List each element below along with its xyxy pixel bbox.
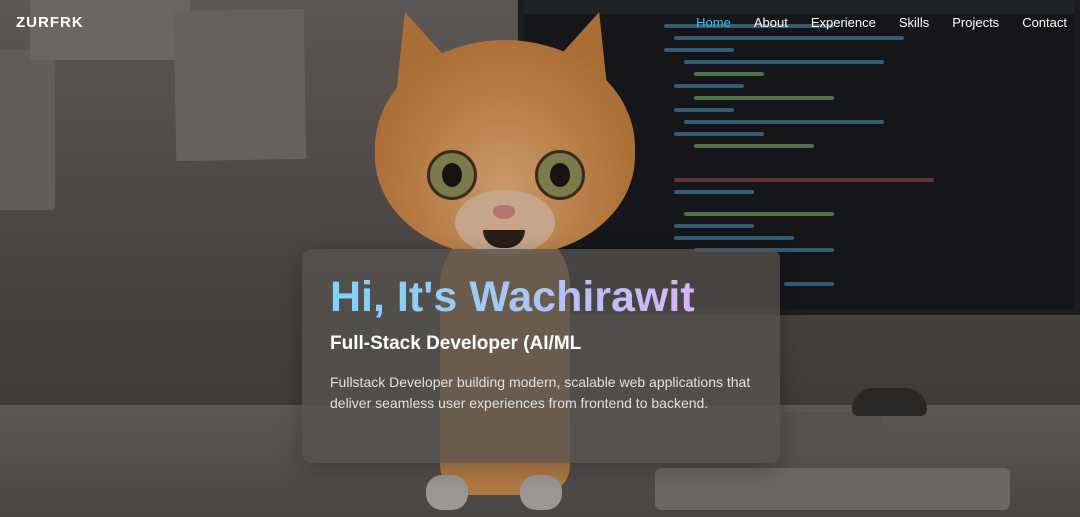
code-line: [674, 190, 754, 194]
desk-mouse: [852, 388, 927, 416]
nav-link-contact[interactable]: Contact: [1022, 15, 1067, 30]
cat-nose: [493, 205, 515, 219]
code-line: [684, 212, 834, 216]
code-line: [694, 96, 834, 100]
hero-card: Hi, It's Wachirawit Full-Stack Developer…: [302, 249, 780, 463]
code-line: [684, 120, 884, 124]
cat-paw-right: [520, 475, 562, 510]
hero-subtitle: Full-Stack Developer (AI/ML: [330, 333, 582, 354]
code-line: [674, 224, 754, 228]
nav-link-about[interactable]: About: [754, 15, 788, 30]
nav-link-skills[interactable]: Skills: [899, 15, 929, 30]
desk-keyboard: [655, 468, 1010, 510]
navbar: ZURFRK Home About Experience Skills Proj…: [0, 0, 1080, 46]
site-logo[interactable]: ZURFRK: [16, 14, 84, 31]
nav-link-experience[interactable]: Experience: [811, 15, 876, 30]
code-line: [674, 236, 794, 240]
code-line: [674, 84, 744, 88]
code-line: [694, 72, 764, 76]
code-line: [694, 144, 814, 148]
cat-eye-right: [535, 150, 585, 200]
hero-title: Hi, It's Wachirawit: [330, 273, 695, 321]
code-line: [674, 132, 764, 136]
cat-eye-left: [427, 150, 477, 200]
nav-link-projects[interactable]: Projects: [952, 15, 999, 30]
main-nav: Home About Experience Skills Projects Co…: [673, 15, 1067, 30]
wall-sketch-left: [0, 50, 55, 210]
code-line: [674, 108, 734, 112]
hero-description: Fullstack Developer building modern, sca…: [330, 374, 751, 411]
nav-link-home[interactable]: Home: [696, 15, 731, 30]
code-line: [674, 178, 934, 182]
code-line: [664, 48, 734, 52]
cat-paw-left: [426, 475, 468, 510]
code-line: [784, 282, 834, 286]
code-line: [684, 60, 884, 64]
cat-head: [375, 40, 635, 255]
desk-tray: [776, 412, 884, 454]
